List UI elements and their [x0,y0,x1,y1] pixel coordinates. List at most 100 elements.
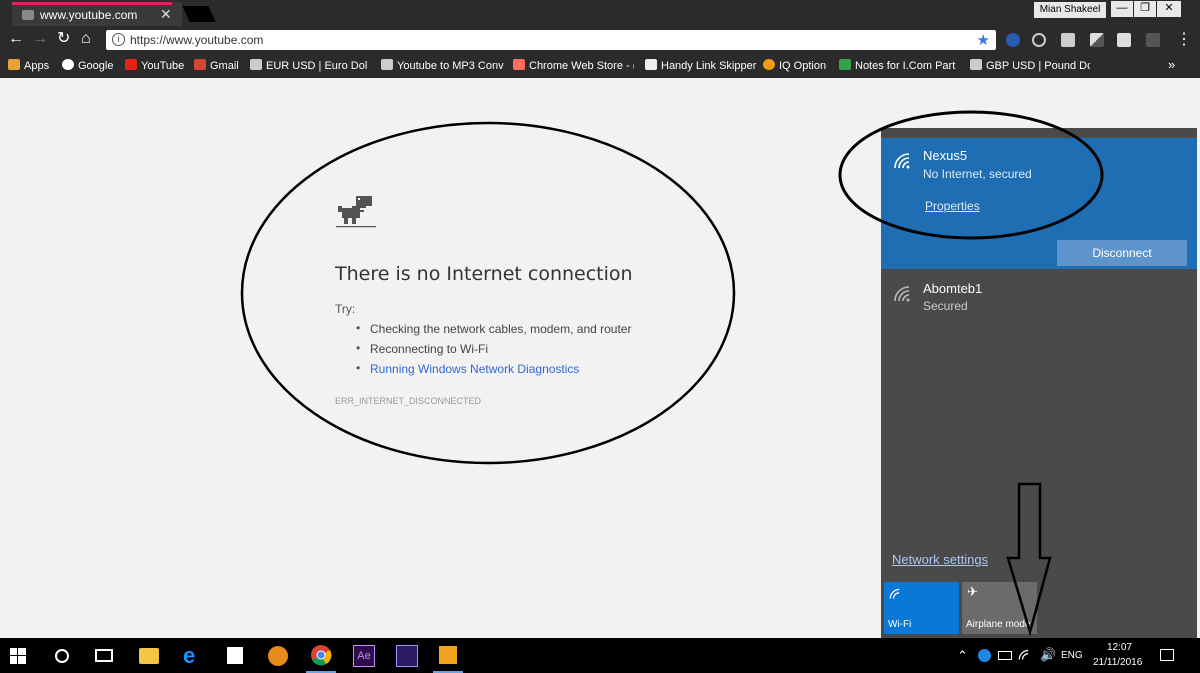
bookmark-label: Handy Link Skipper [661,60,757,72]
network-name: Abomteb1 [923,281,983,296]
tray-app-icon[interactable] [978,649,991,662]
restore-button[interactable]: ❐ [1134,1,1156,17]
bookmark-label: Chrome Web Store - ( [529,60,634,72]
browser-tab[interactable]: www.youtube.com ✕ [12,2,182,26]
clock-time[interactable]: 12:07 [1107,642,1132,653]
google-icon [62,59,74,70]
home-button[interactable]: ⌂ [81,30,91,48]
store-icon[interactable] [227,647,243,664]
minimize-button[interactable]: — [1111,1,1133,17]
bookmark-label: Apps [24,60,50,72]
action-center-icon[interactable] [1160,649,1174,661]
bookmark-item[interactable]: Handy Link Skipper [645,59,756,72]
bookmark-label: EUR USD | Euro Dollar [266,60,368,72]
network-item-abomteb1[interactable]: Abomteb1 Secured [881,275,1197,321]
cortana-icon[interactable] [55,649,69,663]
disconnect-button[interactable]: Disconnect [1057,240,1187,266]
media-player-icon[interactable] [433,642,463,673]
extension-leaf-icon[interactable] [1146,33,1160,47]
web-store-icon [513,59,525,70]
edge-icon[interactable]: e [183,645,207,669]
address-bar[interactable]: i https://www.youtube.com ★ [106,30,996,50]
bookmark-item[interactable]: EUR USD | Euro Dollar [250,59,368,72]
wifi-icon [889,588,900,599]
bookmark-star-icon[interactable]: ★ [977,31,990,49]
network-status: Secured [923,299,968,313]
error-code: ERR_INTERNET_DISCONNECTED [335,396,482,406]
tile-label: Wi-Fi [888,619,912,630]
file-explorer-icon[interactable] [139,648,159,664]
clock-date[interactable]: 21/11/2016 [1093,657,1142,668]
premiere-icon[interactable] [396,645,418,667]
bookmark-item[interactable]: IQ Option [763,59,826,72]
bookmark-label: IQ Option [779,60,827,72]
bookmark-item[interactable]: Chrome Web Store - ( [513,59,634,72]
bookmark-item[interactable]: YouTube [125,59,184,72]
network-name: Nexus5 [923,148,968,163]
apps-grid-icon [8,59,20,70]
chrome-icon[interactable] [306,642,336,673]
tab-title: www.youtube.com [40,8,138,22]
profile-button[interactable]: Mian Shakeel [1034,2,1106,18]
fl-studio-icon[interactable] [268,646,288,666]
tab-close-icon[interactable]: ✕ [160,6,172,23]
back-button[interactable]: ← [8,30,24,48]
reload-button[interactable]: ↻ [57,30,70,48]
bookmark-label: YouTube [141,60,185,72]
bookmark-item[interactable]: GBP USD | Pound Doll [970,59,1090,72]
bookmark-label: GBP USD | Pound Doll [986,60,1090,72]
airplane-icon: ✈ [967,584,978,599]
bookmark-item[interactable]: Google [62,59,113,72]
suggestion-item: Checking the network cables, modem, and … [356,321,631,342]
chrome-menu-icon[interactable]: ⋮ [1176,31,1192,49]
task-view-icon[interactable] [95,649,113,662]
start-icon[interactable] [10,648,26,664]
extension-b-icon[interactable] [1061,33,1075,47]
gmail-icon [194,59,206,70]
youtube-favicon-icon [22,10,34,20]
bookmark-label: Gmail [210,60,239,72]
hand-icon [645,59,657,70]
volume-icon[interactable]: 🔊 [1040,647,1056,663]
suggestion-item: Reconnecting to Wi-Fi [356,341,631,362]
network-settings-link[interactable]: Network settings [892,552,988,567]
wifi-toggle-tile[interactable]: Wi-Fi [884,582,959,634]
extension-globe-icon[interactable] [1006,33,1020,47]
network-tray-icon[interactable] [1018,649,1032,661]
try-label: Try: [335,302,356,316]
show-hidden-icons-icon[interactable]: ⌃ [957,648,968,664]
site-info-icon[interactable]: i [112,33,125,46]
bookmarks-overflow-button[interactable]: » [1168,57,1175,72]
wifi-signal-icon [894,153,910,169]
notes-icon [839,59,851,70]
bookmark-item[interactable]: Apps [8,59,49,72]
network-item-nexus5[interactable]: Nexus5 No Internet, secured Properties D… [881,138,1197,269]
battery-icon[interactable] [998,651,1012,660]
network-status: No Internet, secured [923,167,1032,181]
chrome-logo-icon [311,645,332,666]
new-tab-button[interactable] [182,6,216,22]
language-indicator[interactable]: ENG [1061,650,1083,661]
iq-option-icon [763,59,775,70]
extension-block-icon[interactable] [1032,33,1046,47]
extension-slash-icon[interactable] [1090,33,1104,47]
bookmark-label: Google [78,60,114,72]
tab-accent-stripe [12,2,172,5]
browser-toolbar: ← → ↻ ⌂ i https://www.youtube.com ★ ⋮ [0,26,1200,54]
airplane-mode-tile[interactable]: ✈ Airplane mode [962,582,1037,634]
network-flyout: Nexus5 No Internet, secured Properties D… [881,128,1197,638]
investing-icon [970,59,982,70]
extension-window-icon[interactable] [1117,33,1131,47]
forward-button[interactable]: → [32,30,48,48]
close-window-button[interactable]: ✕ [1157,1,1181,17]
bookmark-label: Youtube to MP3 Conv [397,60,504,72]
investing-icon [250,59,262,70]
network-diagnostics-link[interactable]: Running Windows Network Diagnostics [356,361,631,382]
bookmark-item[interactable]: Gmail [194,59,239,72]
bookmark-item[interactable]: Notes for I.Com Part 1 [839,59,957,72]
offline-dino-icon[interactable] [336,192,376,232]
url-text[interactable]: https://www.youtube.com [130,33,263,47]
bookmark-item[interactable]: Youtube to MP3 Conv [381,59,505,72]
properties-link[interactable]: Properties [925,199,980,213]
after-effects-icon[interactable]: Ae [353,645,375,667]
